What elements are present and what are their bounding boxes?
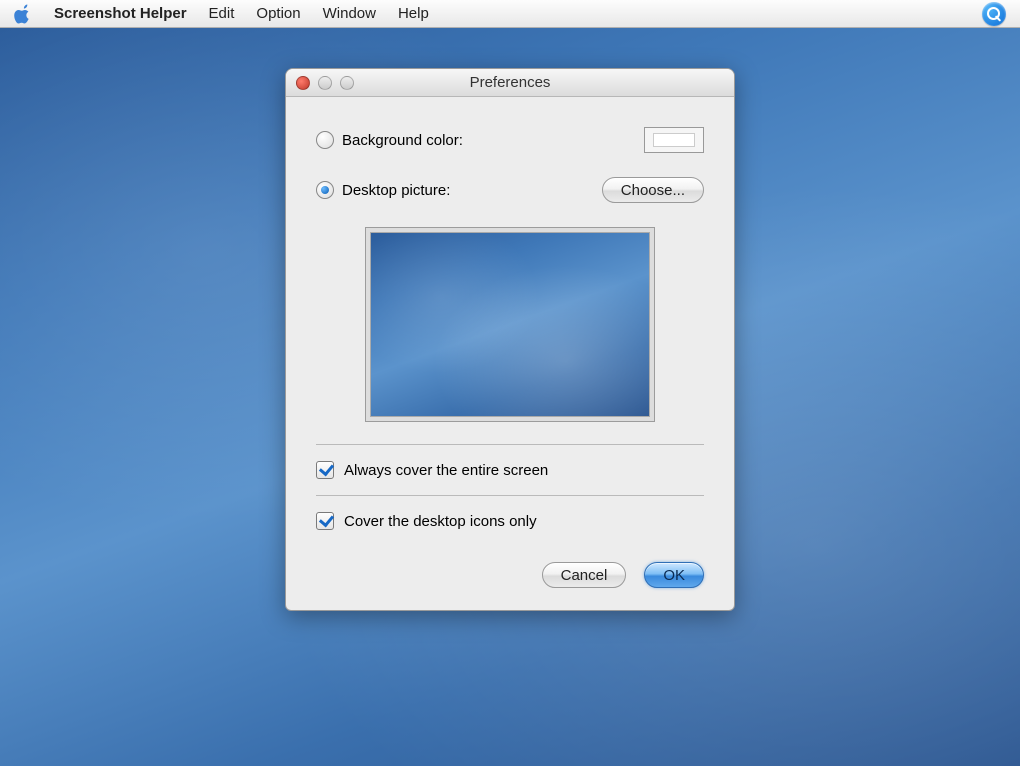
cover-icons-row: Cover the desktop icons only: [316, 502, 704, 540]
edit-menu[interactable]: Edit: [209, 5, 235, 22]
apple-menu-icon[interactable]: [14, 4, 32, 24]
preferences-window: Preferences Background color: Desktop pi…: [285, 68, 735, 611]
background-color-label: Background color:: [342, 132, 463, 149]
always-cover-label: Always cover the entire screen: [344, 462, 548, 479]
spotlight-icon[interactable]: [982, 2, 1006, 26]
background-color-well[interactable]: [644, 127, 704, 153]
option-menu[interactable]: Option: [256, 5, 300, 22]
minimize-button[interactable]: [318, 76, 332, 90]
desktop-picture-label: Desktop picture:: [342, 182, 450, 199]
cover-icons-checkbox[interactable]: [316, 512, 334, 530]
cover-icons-label: Cover the desktop icons only: [344, 513, 537, 530]
menubar: Screenshot Helper Edit Option Window Hel…: [0, 0, 1020, 28]
cancel-button[interactable]: Cancel: [542, 562, 627, 588]
separator-1: [316, 444, 704, 445]
help-menu[interactable]: Help: [398, 5, 429, 22]
app-menu[interactable]: Screenshot Helper: [54, 5, 187, 22]
dialog-buttons: Cancel OK: [316, 562, 704, 588]
close-button[interactable]: [296, 76, 310, 90]
preferences-content: Background color: Desktop picture: Choos…: [286, 97, 734, 610]
desktop-picture-radio[interactable]: [316, 181, 334, 199]
always-cover-row: Always cover the entire screen: [316, 451, 704, 489]
background-color-radio[interactable]: [316, 131, 334, 149]
desktop-picture-preview: [365, 227, 655, 422]
desktop-picture-row: Desktop picture: Choose...: [316, 177, 704, 203]
desktop: Preferences Background color: Desktop pi…: [0, 28, 1020, 766]
desktop-picture-preview-image: [370, 232, 650, 417]
traffic-lights: [286, 76, 354, 90]
titlebar[interactable]: Preferences: [286, 69, 734, 97]
window-menu[interactable]: Window: [323, 5, 376, 22]
zoom-button[interactable]: [340, 76, 354, 90]
separator-2: [316, 495, 704, 496]
ok-button[interactable]: OK: [644, 562, 704, 588]
always-cover-checkbox[interactable]: [316, 461, 334, 479]
background-color-row: Background color:: [316, 127, 704, 153]
choose-button[interactable]: Choose...: [602, 177, 704, 203]
